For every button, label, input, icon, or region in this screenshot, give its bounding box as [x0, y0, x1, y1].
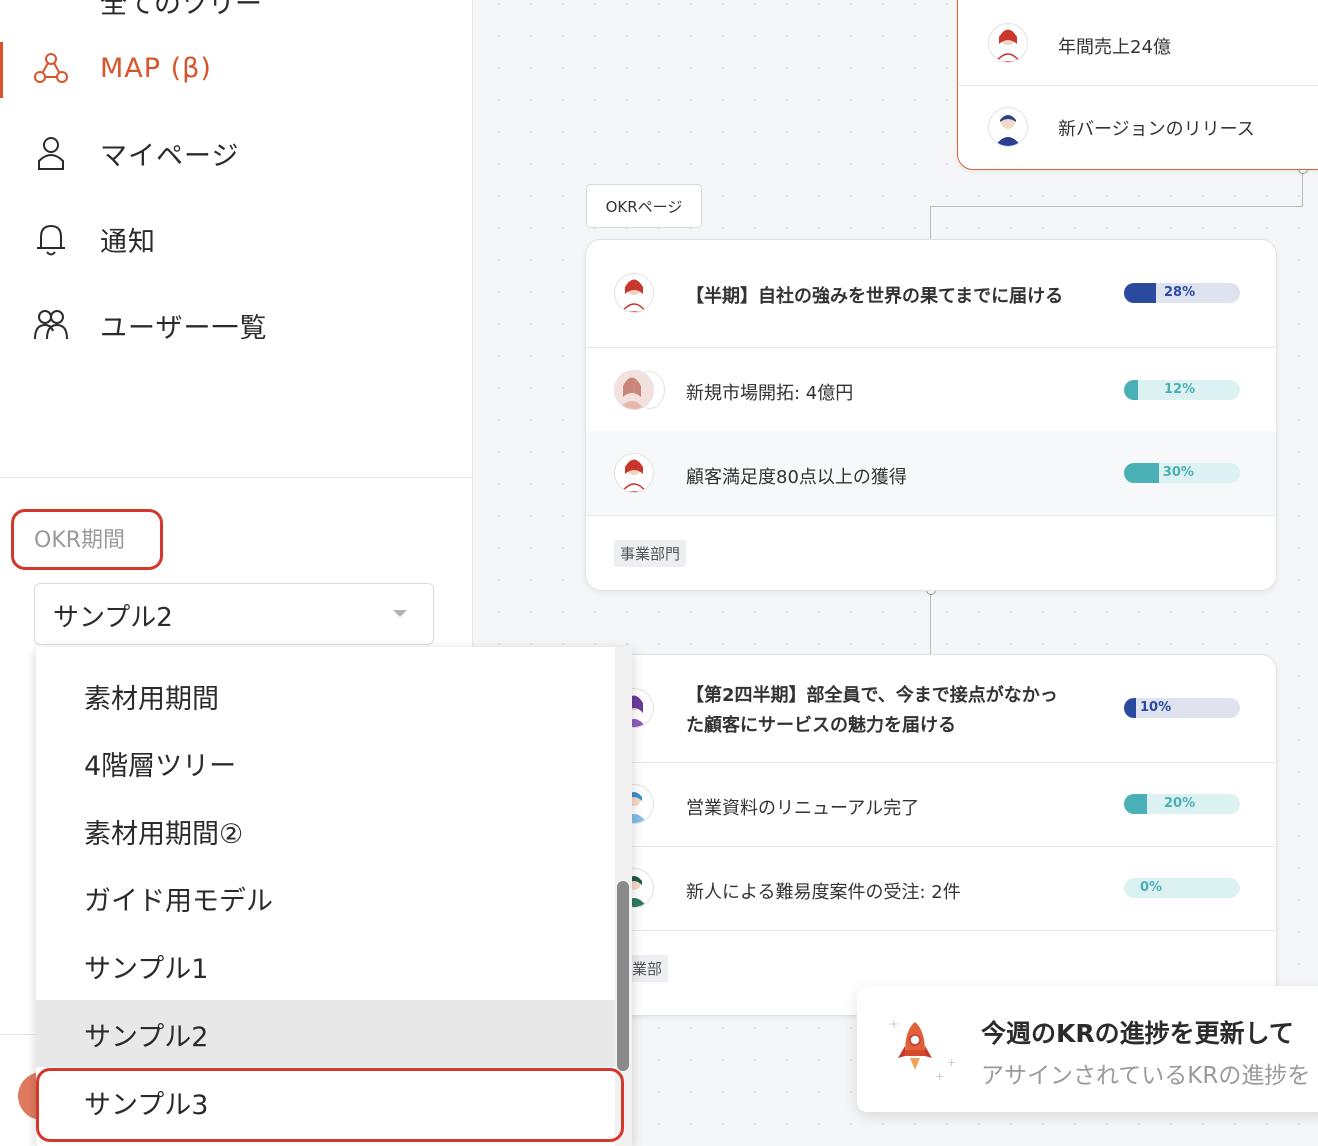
okr-period-select-value: サンプル2: [53, 603, 173, 633]
kr-progress-bar: 20%: [1124, 794, 1240, 814]
annotation-highlight-sample3: [36, 1068, 624, 1142]
svg-text:+: +: [889, 1017, 899, 1031]
objective-title-line1: 【第2四半期】部全員で、今まで接点がなかっ: [686, 685, 1058, 706]
option-label: サンプル2: [84, 1022, 209, 1053]
toast-body: アサインされているKRの進捗を: [981, 1063, 1311, 1089]
option-label: 4階層ツリー: [84, 751, 237, 782]
dropdown-scrollbar-thumb[interactable]: [617, 881, 629, 1071]
progress-label: 20%: [1164, 796, 1196, 811]
sidebar-item-label: ユーザー一覧: [100, 312, 268, 344]
objective-progress-bar: 28%: [1124, 283, 1240, 303]
sidebar-item-users[interactable]: ユーザー一覧: [0, 295, 472, 355]
option-label: 素材用期間②: [84, 819, 244, 850]
progress-fill: [1124, 698, 1136, 718]
objective-row[interactable]: 【半期】自社の強みを世界の果てまでに届ける 28%: [586, 240, 1276, 348]
sidebar-item-label: 通知: [100, 226, 156, 258]
sidebar-item-notifications[interactable]: 通知: [0, 209, 472, 269]
option-label: サンプル1: [84, 954, 209, 985]
progress-fill: [1124, 283, 1157, 303]
sidebar-item-label: MAP (β): [100, 52, 212, 84]
sidebar-item-all-trees-label[interactable]: 全てのツリー: [100, 0, 262, 21]
kr-row[interactable]: 新バージョンのリリース: [958, 85, 1318, 169]
bell-icon: [32, 220, 70, 258]
department-tag: 事業部門: [614, 540, 687, 567]
kr-row[interactable]: 営業資料のリニューアル完了 20%: [586, 762, 1276, 847]
dropdown-option[interactable]: 素材用期間: [36, 662, 616, 729]
option-label: ガイド用モデル: [84, 886, 273, 917]
okr-page-button[interactable]: OKRページ: [586, 184, 702, 228]
connector-line: [930, 590, 931, 656]
progress-fill: [1124, 794, 1148, 814]
rocket-icon: + + +: [885, 1016, 957, 1090]
user-icon: [32, 134, 70, 172]
kr-progress-bar: 12%: [1124, 380, 1240, 400]
okr-card-objective-2[interactable]: 【第2四半期】部全員で、今まで接点がなかっ た顧客にサービスの魅力を届ける 10…: [585, 654, 1277, 1016]
sidebar-item-map[interactable]: MAP (β): [0, 38, 472, 98]
progress-label: 28%: [1164, 285, 1196, 300]
progress-label: 10%: [1140, 700, 1172, 715]
svg-text:+: +: [935, 1070, 944, 1083]
kr-row[interactable]: 顧客満足度80点以上の獲得 30%: [586, 431, 1276, 516]
progress-fill: [1124, 380, 1138, 400]
kr-text: 営業資料のリニューアル完了: [686, 798, 920, 819]
avatar-stack-extra: [634, 371, 665, 409]
option-label: 素材用期間: [84, 684, 219, 715]
map-icon: [32, 49, 70, 87]
objective-progress-bar: 10%: [1124, 698, 1240, 718]
connector-line: [930, 206, 931, 242]
kr-update-reminder-toast[interactable]: + + + 今週のKRの進捗を更新して アサインされているKRの進捗を: [857, 986, 1318, 1112]
okr-card-top[interactable]: 年間売上24億 新バージョンのリリース: [957, 0, 1318, 170]
kr-text: 顧客満足度80点以上の獲得: [686, 467, 907, 488]
connector-line: [930, 206, 1302, 207]
kr-row[interactable]: 新規市場開拓: 4億円 12%: [586, 347, 1276, 432]
kr-text: 新規市場開拓: 4億円: [686, 383, 854, 404]
kr-row[interactable]: 新人による難易度案件の受注: 2件 0%: [586, 846, 1276, 931]
objective-row[interactable]: 【第2四半期】部全員で、今まで接点がなかっ た顧客にサービスの魅力を届ける 10…: [586, 655, 1276, 763]
objective-title: 【半期】自社の強みを世界の果てまでに届ける: [686, 286, 1064, 307]
dropdown-option[interactable]: 4階層ツリー: [36, 729, 616, 796]
avatar: [988, 23, 1028, 63]
kr-text: 新バージョンのリリース: [1058, 119, 1255, 140]
avatar: [614, 273, 654, 313]
sidebar-item-label: マイページ: [100, 140, 240, 172]
chevron-down-icon: [393, 610, 407, 617]
avatar: [614, 453, 654, 493]
dropdown-option[interactable]: ガイド用モデル: [36, 864, 616, 931]
kr-progress-bar: 30%: [1124, 463, 1240, 483]
progress-label: 0%: [1140, 880, 1163, 895]
divider: [0, 477, 472, 478]
okr-period-select[interactable]: サンプル2: [34, 583, 434, 645]
progress-fill: [1124, 463, 1159, 483]
dropdown-option[interactable]: サンプル1: [36, 932, 616, 999]
objective-title-line2: た顧客にサービスの魅力を届ける: [686, 715, 956, 736]
toast-title: 今週のKRの進捗を更新して: [981, 1019, 1294, 1048]
progress-label: 30%: [1162, 465, 1194, 480]
kr-row[interactable]: 年間売上24億: [958, 1, 1318, 86]
annotation-highlight-period-label: [11, 509, 163, 570]
dropdown-option[interactable]: 素材用期間②: [36, 797, 616, 864]
dropdown-option-selected[interactable]: サンプル2: [36, 1000, 616, 1067]
kr-text: 年間売上24億: [1058, 37, 1171, 58]
svg-text:+: +: [947, 1056, 956, 1069]
okr-page-button-label: OKRページ: [605, 197, 683, 216]
kr-progress-bar: 0%: [1124, 878, 1240, 898]
avatar: [988, 107, 1028, 147]
department-tag: 業部: [626, 955, 669, 982]
progress-label: 12%: [1164, 382, 1196, 397]
sidebar-item-mypage[interactable]: マイページ: [0, 123, 472, 183]
okr-card-objective-1[interactable]: 【半期】自社の強みを世界の果てまでに届ける 28% 新規市場開拓: 4億円 12…: [585, 239, 1277, 591]
users-icon: [32, 306, 70, 344]
kr-text: 新人による難易度案件の受注: 2件: [686, 882, 961, 903]
